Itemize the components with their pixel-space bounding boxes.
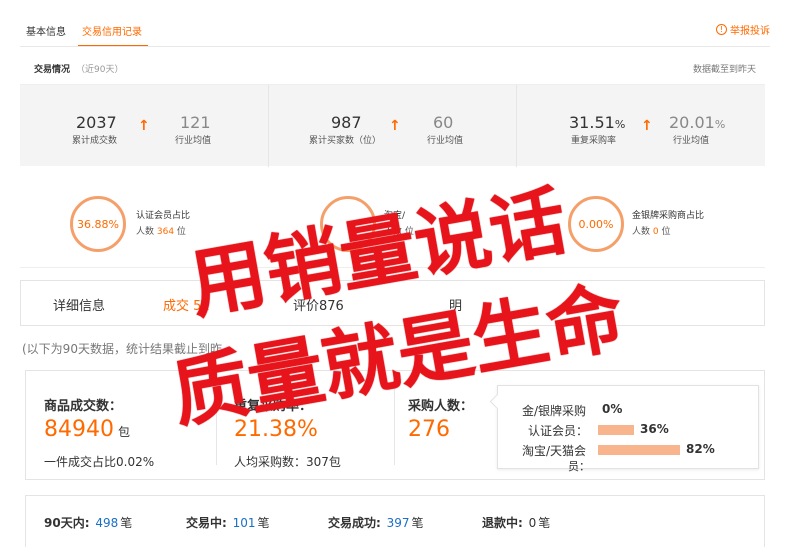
footer-count[interactable]: 498 [95,516,118,530]
data-date-note: 数据截至到昨天 [692,65,756,75]
section-subtitle: （近90天） [76,65,124,75]
bar-pct: 36% [640,422,669,436]
footer-90days: 90天内: 498 笔 [44,516,133,530]
warning-icon: ! [716,24,727,35]
arrow-up-icon: ↑ [641,118,653,134]
summary-sub: 一件成交占比0.02% [44,455,155,469]
stat-label: 累计成交数 [72,136,118,146]
data-range-note: (以下为90天数据，统计结果截止到昨 [22,342,222,356]
summary-value: 21.38% [234,417,318,442]
tab-credit-record[interactable]: 交易信用记录 [82,23,142,38]
top-tabs: 基本信息 交易信用记录 ! 举报投诉 [20,18,770,48]
section-header: 交易情况 （近90天） 数据截至到昨天 [20,58,770,78]
summary-value: 84940 包 [44,417,131,442]
footer-in-progress: 交易中: 101 笔 [186,516,270,530]
stat-industry-avg: 121 [180,113,211,132]
footer-count[interactable]: 0 [529,516,537,530]
bar-fill [598,425,634,435]
ring-gold-silver-buyers: 0.00% [568,196,624,252]
order-status-footer: 90天内: 498 笔 交易中: 101 笔 交易成功: 397 笔 退款中: 0笔 [25,495,765,547]
footer-success: 交易成功: 397 笔 [328,516,424,530]
ring-title: 认证会员占比 [136,211,191,221]
stat-industry-label: 行业均值 [673,136,710,146]
ring-certified-members: 36.88% [70,196,126,252]
summary-sub: 人均采购数：307包 [234,455,341,469]
footer-refunding: 退款中: 0笔 [482,516,551,530]
summary-repeat: 重复采购率： 21.38% 人均采购数：307包 [216,371,394,481]
ring-count: 人数 364 位 [136,227,186,237]
bar-label: 淘宝/天猫会 [522,444,587,458]
stat-value: 31.51% [569,113,626,132]
footer-count[interactable]: 397 [387,516,410,530]
bar-label: 认证会员： [528,424,589,438]
bar-pct: 0% [602,402,623,416]
summary-buyers: 采购人数： 276 [394,371,494,481]
stat-total-buyers: 987 累计买家数（位） ↑ 60 行业均值 [268,85,516,167]
summary-title: 采购人数： [408,399,474,414]
ring-count: 人数 0 位 [632,227,671,237]
stat-industry-avg: 60 [433,113,454,132]
ring-taobao-members [320,196,376,252]
stat-label: 累计买家数（位） [309,136,382,146]
summary-title: 商品成交数： [44,399,123,414]
bar-fill [598,445,680,455]
tab-deals[interactable]: 成交 51 [163,295,210,314]
ring-title: 淘宝/ [384,211,406,221]
report-link[interactable]: ! 举报投诉 [716,22,770,37]
stat-value: 987 [331,113,362,132]
summary-value: 276 [408,417,450,442]
tabs-divider [20,46,770,47]
stat-value: 2037 [76,113,117,132]
report-label: 举报投诉 [730,26,770,37]
member-ratio-rings: 36.88% 认证会员占比 人数 364 位 淘宝/ 人数 位 0.00% 金银… [20,168,765,268]
ring-title: 金银牌采购商占比 [632,211,705,221]
stats-panel: 2037 累计成交数 ↑ 121 行业均值 987 累计买家数（位） ↑ 60 … [20,84,765,167]
stat-industry-label: 行业均值 [427,136,464,146]
footer-count[interactable]: 101 [233,516,256,530]
tab-other[interactable]: 明 [449,295,462,314]
bar-pct: 82% [686,442,715,456]
tab-reviews[interactable]: 评价876 [293,295,344,314]
arrow-up-icon: ↑ [138,118,150,134]
summary-deals: 商品成交数： 84940 包 一件成交占比0.02% [26,371,216,481]
summary-title: 重复采购率： [234,399,313,414]
tab-detail-info[interactable]: 详细信息 [53,295,105,314]
arrow-up-icon: ↑ [389,118,401,134]
stat-repeat-rate: 31.51% 重复采购率 ↑ 20.01% 行业均值 [516,85,764,167]
stat-label: 重复采购率 [571,136,617,146]
bar-label-cont: 员： [568,460,590,473]
section-title: 交易情况 （近90天） [34,65,124,75]
stat-total-deals: 2037 累计成交数 ↑ 121 行业均值 [20,85,268,167]
deal-summary: 商品成交数： 84940 包 一件成交占比0.02% 重复采购率： 21.38% … [25,370,765,480]
detail-tabs: 详细信息 成交 51 评价876 明 [20,280,765,326]
tab-basic-info[interactable]: 基本信息 [26,23,66,38]
ring-count: 人数 位 [384,227,414,237]
stat-industry-avg: 20.01% [669,113,726,132]
stat-industry-label: 行业均值 [175,136,212,146]
buyer-type-panel: 金/银牌采购 0% 认证会员： 36% 淘宝/天猫会 员： 82% [497,385,759,473]
bar-label: 金/银牌采购 [522,404,587,418]
